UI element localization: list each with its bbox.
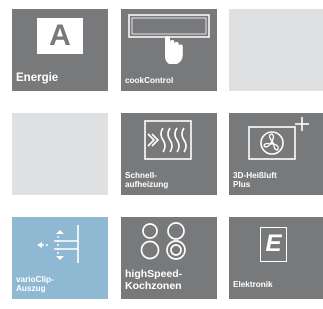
telescopic-rail-icon (37, 225, 79, 263)
energy-class-letter: A (49, 19, 71, 52)
display-glyph: E (265, 230, 282, 257)
feature-tile-highspeed-zones: highSpeed- Kochzonen (121, 217, 217, 299)
feature-label-highspeed-zones: highSpeed- Kochzonen (125, 268, 183, 292)
empty-tile (12, 113, 108, 195)
feature-label-electronic: Elektronik (233, 280, 273, 289)
fan-plus-icon (248, 117, 309, 160)
feature-tile-varioclip: varioClip- Auszug (12, 217, 108, 299)
feature-tile-electronic: E Elektronik (229, 217, 323, 299)
energy-class-a-icon: A (37, 18, 83, 54)
feature-tile-3d-hotair-plus: 3D-Heißluft Plus (229, 113, 323, 195)
empty-tile (229, 9, 323, 91)
feature-label-varioclip: varioClip- Auszug (16, 275, 54, 293)
feature-tile-rapid-heating: Schnell- aufheizung (121, 113, 217, 195)
touch-control-icon (128, 14, 210, 64)
feature-label-rapid-heating: Schnell- aufheizung (125, 171, 169, 189)
feature-tile-energy: A Energie (12, 9, 108, 91)
feature-tile-cookcontrol: cookControl (121, 9, 217, 91)
cooking-zones-icon (140, 222, 186, 260)
feature-label-cookcontrol: cookControl (125, 76, 174, 85)
feature-label-3d-hotair-plus: 3D-Heißluft Plus (233, 171, 277, 189)
feature-label-energy: Energie (16, 72, 59, 84)
rapid-heating-icon (144, 120, 192, 160)
electronic-display-icon: E (260, 227, 287, 262)
